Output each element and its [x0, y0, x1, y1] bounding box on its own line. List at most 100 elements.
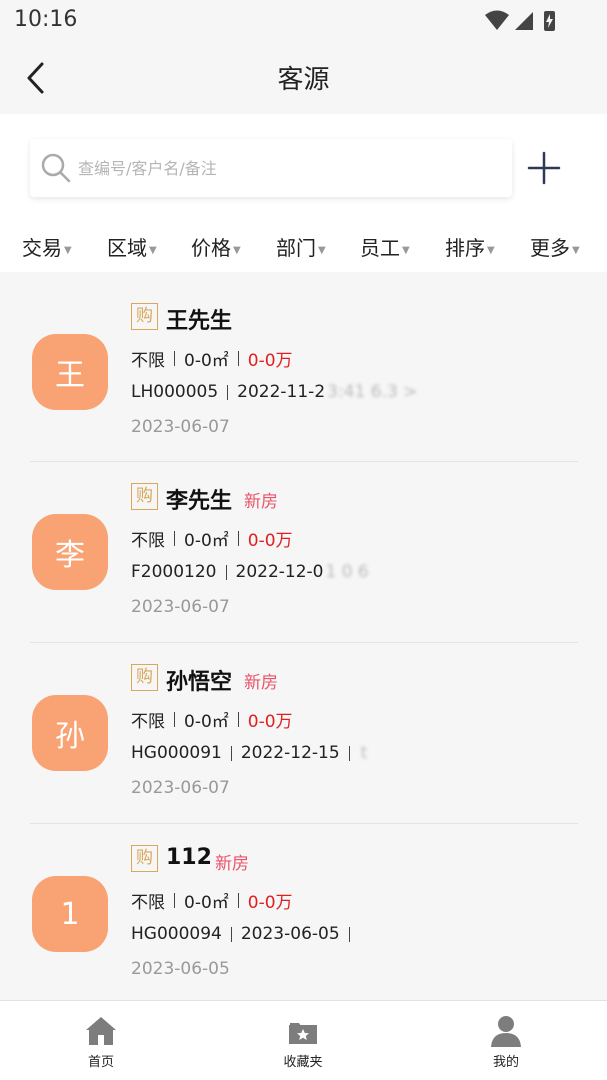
- redacted-text: 1 0 6: [325, 562, 369, 582]
- profile-icon: [491, 1016, 521, 1047]
- purchase-badge: 购: [131, 845, 158, 872]
- purpose: 不限: [131, 351, 165, 371]
- page-title: 客源: [277, 65, 330, 95]
- requirement-line: 不限 0-0㎡ 0-0万: [131, 707, 293, 732]
- filter-trade[interactable]: 交易 ▼: [22, 226, 72, 266]
- status-icons: [485, 10, 555, 31]
- search-icon: [41, 153, 71, 183]
- customer-card[interactable]: 李 购 李先生 新房 不限 0-0㎡ 0-0万 F2000120 2022-12…: [0, 462, 607, 643]
- separator: [174, 893, 175, 908]
- separator: [237, 893, 239, 908]
- filter-price[interactable]: 价格 ▼: [191, 226, 241, 266]
- code-line: HG000094 2023-06-05: [131, 924, 359, 944]
- area-range: 0-0㎡: [184, 893, 229, 913]
- update-date: 2023-06-07: [131, 597, 230, 617]
- separator: [174, 712, 175, 727]
- purpose: 不限: [131, 893, 165, 913]
- nav-favorites[interactable]: 收藏夹: [253, 1013, 353, 1073]
- customer-card[interactable]: 孙 购 孙悟空 新房 不限 0-0㎡ 0-0万 HG000091 2022-12…: [0, 643, 607, 824]
- customer-card[interactable]: 1 购 112 新房 不限 0-0㎡ 0-0万 HG000094 2023-06…: [0, 824, 607, 1005]
- filter-label: 员工: [360, 235, 400, 260]
- customer-name: 王先生: [166, 309, 233, 334]
- purpose: 不限: [131, 712, 165, 732]
- separator: [174, 351, 175, 366]
- bottom-nav: 首页 收藏夹 我的: [0, 1000, 607, 1080]
- add-button[interactable]: [524, 148, 564, 188]
- update-date: 2023-06-07: [131, 417, 230, 437]
- created-date: 2022-11-2: [237, 382, 326, 402]
- caret-down-icon: ▼: [149, 244, 157, 256]
- separator: [230, 745, 232, 761]
- purpose: 不限: [131, 531, 165, 551]
- filter-department[interactable]: 部门 ▼: [276, 226, 326, 266]
- wifi-icon: [485, 10, 509, 30]
- update-date: 2023-06-05: [131, 959, 230, 979]
- requirement-line: 不限 0-0㎡ 0-0万: [131, 346, 293, 371]
- nav-label: 我的: [492, 1055, 519, 1070]
- separator: [237, 351, 239, 366]
- separator: [348, 926, 350, 942]
- filter-label: 排序: [445, 235, 485, 260]
- nav-home[interactable]: 首页: [51, 1013, 151, 1073]
- new-house-tag: 新房: [244, 492, 278, 512]
- filter-label: 价格: [191, 235, 231, 260]
- caret-down-icon: ▼: [402, 244, 410, 256]
- price-range: 0-0万: [247, 351, 293, 371]
- customer-name: 李先生: [166, 489, 233, 514]
- search-input[interactable]: [78, 139, 498, 197]
- filter-label: 区域: [107, 235, 147, 260]
- caret-down-icon: ▼: [572, 244, 580, 256]
- nav-label: 收藏夹: [283, 1055, 323, 1070]
- filter-staff[interactable]: 员工 ▼: [360, 226, 410, 266]
- status-time: 10:16: [14, 7, 78, 32]
- filter-more[interactable]: 更多 ▼: [530, 226, 580, 266]
- separator: [237, 531, 239, 546]
- new-house-tag: 新房: [215, 854, 249, 874]
- caret-down-icon: ▼: [487, 244, 495, 256]
- code-line: HG000091 2022-12-15 t: [131, 743, 367, 763]
- created-date: 2022-12-15: [240, 743, 340, 763]
- area-range: 0-0㎡: [184, 531, 229, 551]
- filter-label: 更多: [530, 235, 570, 260]
- separator: [174, 531, 175, 546]
- filter-label: 部门: [276, 235, 316, 260]
- price-range: 0-0万: [247, 712, 293, 732]
- created-date: 2023-06-05: [240, 924, 340, 944]
- separator: [227, 384, 229, 400]
- update-date: 2023-06-07: [131, 778, 230, 798]
- header: 客源: [0, 42, 607, 114]
- customer-name: 孙悟空: [166, 670, 233, 695]
- price-range: 0-0万: [247, 531, 293, 551]
- search-panel: 交易 ▼ 区域 ▼ 价格 ▼ 部门 ▼ 员工 ▼ 排序 ▼ 更多 ▼: [0, 114, 607, 272]
- customer-code: LH000005: [131, 382, 219, 402]
- requirement-line: 不限 0-0㎡ 0-0万: [131, 888, 293, 913]
- created-date: 2022-12-0: [235, 562, 324, 582]
- signal-icon: [515, 12, 533, 30]
- code-line: LH000005 2022-11-2 3:41 6.3 >: [131, 382, 417, 402]
- customer-code: F2000120: [131, 562, 217, 582]
- area-range: 0-0㎡: [184, 351, 229, 371]
- redacted-text: 3:41 6.3 >: [327, 382, 418, 402]
- purchase-badge: 购: [131, 483, 158, 510]
- nav-mine[interactable]: 我的: [456, 1013, 556, 1073]
- caret-down-icon: ▼: [64, 244, 72, 256]
- customer-card[interactable]: 王 购 王先生 不限 0-0㎡ 0-0万 LH000005 2022-11-2 3…: [0, 272, 607, 462]
- area-range: 0-0㎡: [184, 712, 229, 732]
- filter-sort[interactable]: 排序 ▼: [445, 226, 495, 266]
- customer-name: 112: [166, 845, 212, 870]
- code-line: F2000120 2022-12-0 1 0 6: [131, 562, 369, 582]
- redacted-text: t: [360, 743, 368, 763]
- purchase-badge: 购: [131, 303, 158, 330]
- avatar: 李: [32, 514, 108, 590]
- avatar: 孙: [32, 695, 108, 771]
- separator: [348, 745, 350, 761]
- requirement-line: 不限 0-0㎡ 0-0万: [131, 526, 293, 551]
- filter-region[interactable]: 区域 ▼: [107, 226, 157, 266]
- avatar: 1: [32, 876, 108, 952]
- caret-down-icon: ▼: [318, 244, 326, 256]
- separator: [237, 712, 239, 727]
- customer-code: HG000094: [131, 924, 222, 944]
- caret-down-icon: ▼: [233, 244, 241, 256]
- search-box[interactable]: [30, 139, 512, 197]
- status-bar: 10:16: [0, 0, 607, 42]
